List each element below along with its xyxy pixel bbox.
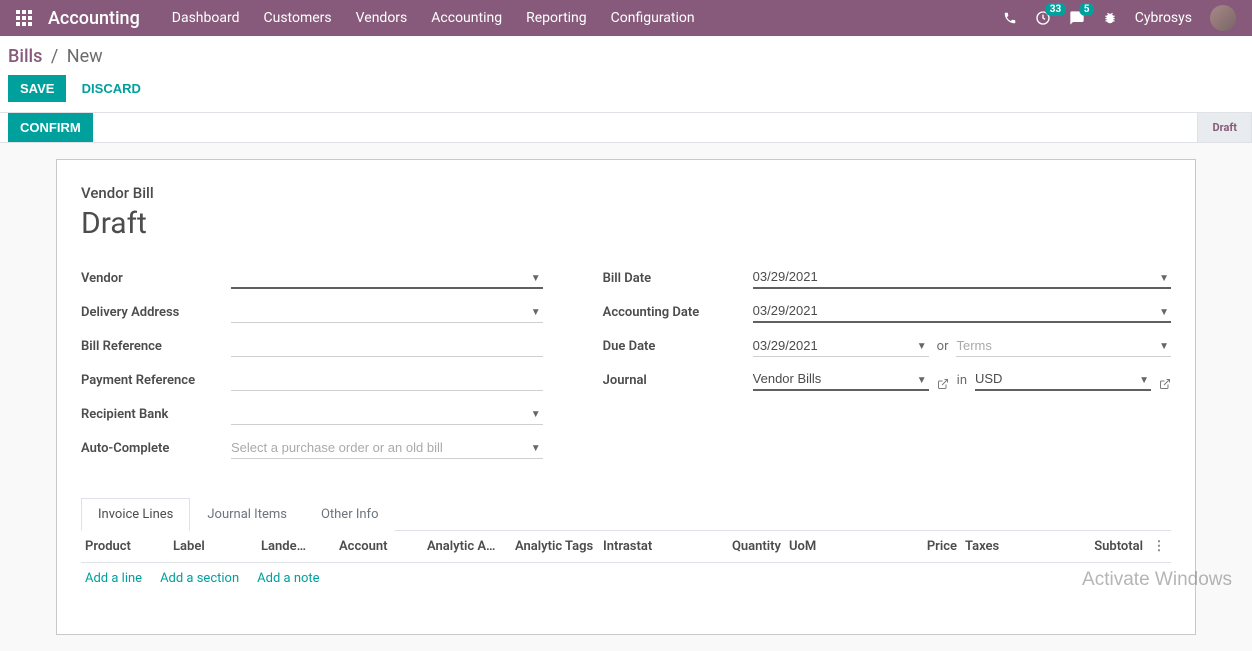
delivery-input[interactable]	[231, 302, 543, 323]
col-analytic-account: Analytic A…	[427, 539, 507, 554]
discard-button[interactable]: Discard	[70, 75, 153, 102]
grid-actions: Add a line Add a section Add a note	[81, 563, 1171, 594]
billdate-label: Bill Date	[603, 271, 753, 289]
apps-icon[interactable]	[16, 10, 32, 26]
confirm-button[interactable]: Confirm	[8, 113, 93, 142]
nav-configuration[interactable]: Configuration	[611, 10, 695, 26]
topbar: Accounting Dashboard Customers Vendors A…	[0, 0, 1252, 36]
topbar-right: 33 5 Cybrosys	[1003, 5, 1236, 31]
currency-input[interactable]	[975, 369, 1151, 391]
col-taxes: Taxes	[965, 539, 1045, 554]
messaging-icon[interactable]: 5	[1069, 10, 1085, 26]
grid-header: Product Label Lande… Account Analytic A……	[81, 531, 1171, 563]
col-uom: UoM	[789, 539, 859, 554]
add-section-link[interactable]: Add a section	[160, 571, 239, 586]
nav-customers[interactable]: Customers	[264, 10, 332, 26]
form-col-left: Vendor ▼ Delivery Address ▼ Bill Referen…	[81, 263, 543, 467]
app-brand[interactable]: Accounting	[48, 8, 140, 29]
save-button[interactable]: Save	[8, 75, 66, 102]
breadcrumb-row: Bills / New	[0, 36, 1252, 75]
form-columns: Vendor ▼ Delivery Address ▼ Bill Referen…	[81, 263, 1171, 467]
sheet-wrapper: Vendor Bill Draft Vendor ▼ Delivery Addr…	[0, 143, 1252, 651]
external-link-icon[interactable]	[937, 376, 949, 391]
col-account: Account	[339, 539, 419, 554]
tab-journal-items[interactable]: Journal Items	[190, 498, 304, 531]
tab-invoice-lines[interactable]: Invoice Lines	[81, 498, 190, 531]
external-link-icon[interactable]	[1159, 376, 1171, 391]
terms-input[interactable]	[956, 336, 1171, 357]
action-row: Save Discard	[0, 75, 1252, 113]
nav-dashboard[interactable]: Dashboard	[172, 10, 240, 26]
col-analytic-tags: Analytic Tags	[515, 539, 595, 554]
tabs: Invoice Lines Journal Items Other Info	[81, 497, 1171, 531]
status-row: Confirm Draft	[0, 113, 1252, 143]
breadcrumb-sep: /	[51, 46, 58, 67]
accdate-label: Accounting Date	[603, 305, 753, 323]
main-nav: Dashboard Customers Vendors Accounting R…	[172, 10, 695, 26]
debug-icon[interactable]	[1103, 11, 1117, 26]
add-note-link[interactable]: Add a note	[257, 571, 319, 586]
sheet-title: Draft	[81, 206, 1171, 241]
accdate-input[interactable]	[753, 301, 1171, 323]
sheet-subtitle: Vendor Bill	[81, 184, 1171, 202]
duedate-label: Due Date	[603, 339, 753, 357]
delivery-label: Delivery Address	[81, 305, 231, 323]
payref-label: Payment Reference	[81, 373, 231, 391]
bank-label: Recipient Bank	[81, 407, 231, 425]
journal-input[interactable]	[753, 369, 929, 391]
nav-reporting[interactable]: Reporting	[526, 10, 587, 26]
messaging-badge: 5	[1079, 3, 1095, 16]
col-quantity: Quantity	[691, 539, 781, 554]
status-badge: Draft	[1197, 113, 1252, 142]
add-line-link[interactable]: Add a line	[85, 571, 142, 586]
username[interactable]: Cybrosys	[1135, 10, 1192, 26]
tab-other-info[interactable]: Other Info	[304, 498, 396, 531]
journal-label: Journal	[603, 373, 753, 391]
breadcrumb-parent[interactable]: Bills	[8, 46, 42, 67]
col-subtotal: Subtotal	[1053, 539, 1143, 554]
col-price: Price	[867, 539, 957, 554]
col-label: Label	[173, 539, 253, 554]
vendor-label: Vendor	[81, 271, 231, 289]
breadcrumb-current: New	[67, 46, 103, 67]
phone-icon[interactable]	[1003, 11, 1017, 26]
in-text: in	[957, 373, 967, 388]
form-sheet: Vendor Bill Draft Vendor ▼ Delivery Addr…	[56, 159, 1196, 635]
payref-input[interactable]	[231, 370, 543, 391]
billdate-input[interactable]	[753, 267, 1171, 289]
duedate-input[interactable]	[753, 336, 929, 357]
autocomplete-label: Auto-Complete	[81, 441, 231, 459]
autocomplete-input[interactable]	[231, 438, 543, 459]
form-col-right: Bill Date ▼ Accounting Date ▼ Due Date	[603, 263, 1171, 467]
activity-icon[interactable]: 33	[1035, 10, 1051, 26]
kebab-icon[interactable]: ⋮	[1151, 539, 1167, 554]
avatar[interactable]	[1210, 5, 1236, 31]
breadcrumb: Bills / New	[8, 46, 103, 67]
billref-label: Bill Reference	[81, 339, 231, 357]
bank-input[interactable]	[231, 404, 543, 425]
or-text: or	[937, 339, 949, 354]
col-product: Product	[85, 539, 165, 554]
nav-vendors[interactable]: Vendors	[356, 10, 408, 26]
activity-badge: 33	[1045, 3, 1066, 16]
nav-accounting[interactable]: Accounting	[431, 10, 502, 26]
billref-input[interactable]	[231, 336, 543, 357]
col-landed: Lande…	[261, 539, 331, 554]
col-intrastat: Intrastat	[603, 539, 683, 554]
vendor-input[interactable]	[231, 267, 543, 289]
